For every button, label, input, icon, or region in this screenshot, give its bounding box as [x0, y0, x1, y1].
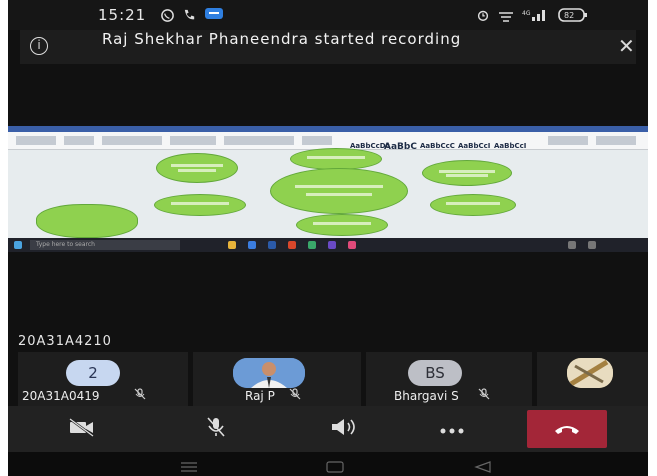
mindmap-node — [154, 194, 246, 216]
style-label: AaBbCcI — [494, 142, 527, 150]
speaker-button[interactable] — [304, 412, 384, 446]
participant-tile[interactable]: BS Bhargavi S — [366, 352, 532, 406]
end-call-button[interactable] — [527, 410, 607, 448]
start-icon — [14, 241, 22, 249]
recording-banner: i Raj Shekhar Phaneendra started recordi… — [20, 30, 636, 64]
battery-level: 82 — [564, 11, 574, 20]
signal-icon: 4G — [522, 8, 548, 26]
mindmap-center-node — [270, 168, 408, 214]
mindmap-node — [156, 153, 238, 183]
avatar: BS — [408, 360, 462, 386]
tray-icon — [588, 241, 596, 249]
status-time: 15:21 — [98, 6, 147, 24]
camera-off-icon — [68, 417, 96, 441]
alarm-icon — [476, 8, 490, 26]
screen: 15:21 4G 82 i Raj Shekhar Phaneendra sta… — [8, 0, 648, 476]
home-icon[interactable] — [326, 458, 344, 476]
teams-icon — [328, 241, 336, 249]
end-call-icon — [553, 420, 581, 439]
mic-toggle-button[interactable] — [176, 412, 256, 446]
back-icon[interactable] — [474, 458, 492, 476]
active-speaker-label: 20A31A4210 — [18, 334, 112, 349]
mindmap-node — [296, 214, 388, 236]
mic-off-icon — [204, 415, 228, 443]
info-icon: i — [30, 37, 48, 55]
call-controls — [8, 406, 648, 452]
participant-tile[interactable]: 2 20A31A0419 — [18, 352, 188, 406]
tray-icon — [568, 241, 576, 249]
speaker-icon — [329, 417, 359, 441]
office-icon — [288, 241, 296, 249]
participant-name: Raj P — [245, 389, 275, 403]
mindmap-node — [430, 194, 516, 216]
avatar: 2 — [66, 360, 120, 386]
android-nav-bar — [8, 452, 648, 476]
participant-name: Bhargavi S — [394, 389, 459, 403]
mindmap-cloud-node — [36, 204, 138, 238]
chat-icon — [204, 7, 224, 25]
menu-icon[interactable] — [180, 458, 198, 476]
battery-icon: 82 — [558, 7, 588, 27]
more-icon — [439, 420, 465, 439]
recording-message: Raj Shekhar Phaneendra started recording — [102, 30, 462, 48]
avatar-photo — [567, 358, 613, 388]
status-bar: 15:21 4G 82 — [8, 0, 648, 30]
app-icon — [348, 241, 356, 249]
app-icon — [308, 241, 316, 249]
participant-name: 20A31A0419 — [22, 389, 100, 403]
close-icon[interactable]: ✕ — [618, 34, 635, 58]
phone-icon — [182, 8, 197, 27]
participant-tile[interactable]: Raj P — [193, 352, 361, 406]
mindmap-node — [290, 148, 382, 170]
mindmap-node — [422, 160, 512, 186]
mic-muted-icon — [289, 388, 301, 403]
document-canvas — [8, 148, 648, 238]
mic-muted-icon — [478, 388, 490, 403]
taskbar-search: Type here to search — [30, 240, 180, 250]
whatsapp-icon — [160, 8, 175, 27]
avatar-photo — [233, 358, 305, 388]
edge-icon — [248, 241, 256, 249]
participant-tile[interactable] — [537, 352, 648, 406]
windows-taskbar: Type here to search — [8, 238, 648, 252]
mic-muted-icon — [134, 388, 146, 403]
more-options-button[interactable] — [412, 412, 492, 446]
style-label: AaBbCcI — [458, 142, 491, 150]
svg-text:4G: 4G — [522, 10, 531, 17]
camera-toggle-button[interactable] — [42, 412, 122, 446]
word-icon — [268, 241, 276, 249]
shared-screen[interactable]: AaBbCcDc AaBbC AaBbCcC AaBbCcI AaBbCcI T… — [8, 126, 648, 252]
folder-icon — [228, 241, 236, 249]
style-label: AaBbCcC — [420, 142, 455, 150]
network-icon — [498, 8, 514, 25]
